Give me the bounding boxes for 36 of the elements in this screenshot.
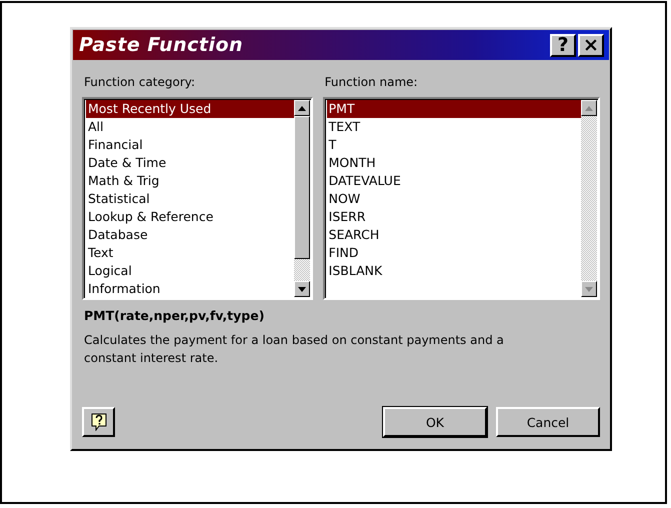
list-label: Function name: xyxy=(324,75,419,89)
scroll-down-icon[interactable] xyxy=(294,281,310,297)
list-item[interactable]: MONTH xyxy=(326,154,581,172)
help-icon xyxy=(90,413,106,431)
list-item[interactable]: Date & Time xyxy=(86,154,294,172)
function-syntax: PMT(rate,nper,pv,fv,type) xyxy=(84,308,266,323)
help-button[interactable] xyxy=(82,407,115,437)
help-button[interactable]: ? xyxy=(550,34,576,56)
list-item[interactable]: SEARCH xyxy=(326,226,581,244)
list-item[interactable]: Text xyxy=(86,244,294,262)
list-item[interactable]: Logical xyxy=(86,262,294,280)
function-description: Calculates the payment for a loan based on constant payments and a constant interest rate. xyxy=(84,332,505,367)
list-item[interactable]: Most Recently Used xyxy=(86,100,294,118)
list-item[interactable]: DATEVALUE xyxy=(326,172,581,190)
scroll-thumb[interactable] xyxy=(294,116,310,259)
list-item[interactable]: Database xyxy=(86,226,294,244)
list-item[interactable]: All xyxy=(86,118,294,136)
list-item[interactable]: Information xyxy=(86,280,294,298)
list-label: Function category: xyxy=(84,75,196,89)
list-item[interactable]: ISBLANK xyxy=(326,262,581,280)
list-item[interactable]: NOW xyxy=(326,190,581,208)
list-item[interactable]: Lookup & Reference xyxy=(86,208,294,226)
list-item[interactable]: ISERR xyxy=(326,208,581,226)
cancel-button[interactable]: Cancel xyxy=(496,407,600,437)
window-title: Paste Function xyxy=(79,34,244,56)
list-item[interactable]: T xyxy=(326,136,581,154)
ok-button[interactable]: OK xyxy=(383,407,487,437)
scroll-up-icon[interactable] xyxy=(294,100,310,116)
list-item[interactable]: FIND xyxy=(326,244,581,262)
list-item[interactable]: Statistical xyxy=(86,190,294,208)
list-item[interactable]: TEXT xyxy=(326,118,581,136)
scrollbar[interactable] xyxy=(294,100,310,297)
close-button[interactable]: × xyxy=(578,34,604,56)
list-item[interactable]: Math & Trig xyxy=(86,172,294,190)
list-item[interactable]: PMT xyxy=(326,100,581,118)
list-item[interactable]: Financial xyxy=(86,136,294,154)
